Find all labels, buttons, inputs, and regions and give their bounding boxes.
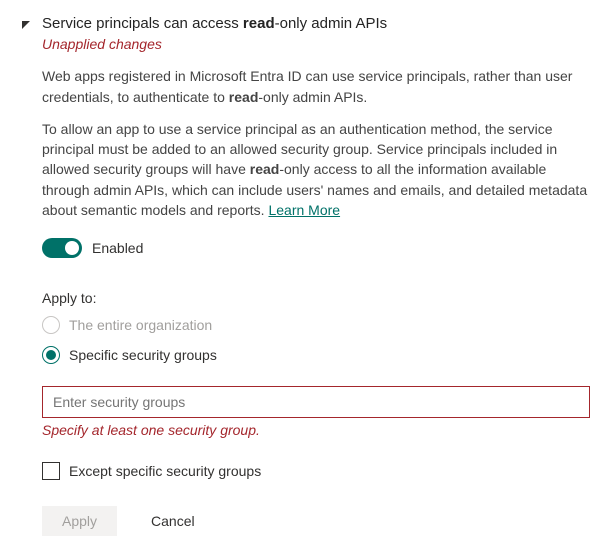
apply-button[interactable]: Apply [42, 506, 117, 536]
apply-to-radio-group: The entire organization Specific securit… [42, 316, 590, 364]
radio-circle-icon [42, 346, 60, 364]
desc-p1-post: -only admin APIs. [258, 89, 367, 105]
cancel-button[interactable]: Cancel [151, 513, 195, 529]
radio-entire-org-label: The entire organization [69, 317, 212, 333]
setting-title: Service principals can access read-only … [42, 14, 590, 34]
unapplied-changes-label: Unapplied changes [42, 36, 590, 52]
radio-circle-icon [42, 316, 60, 334]
security-groups-error: Specify at least one security group. [42, 422, 590, 438]
enabled-toggle-label: Enabled [92, 240, 143, 256]
radio-dot-icon [46, 350, 56, 360]
except-groups-checkbox[interactable]: Except specific security groups [42, 462, 590, 480]
title-text-post: -only admin APIs [275, 15, 388, 32]
learn-more-link[interactable]: Learn More [268, 202, 340, 218]
desc-p2-bold: read [250, 161, 280, 177]
collapse-icon[interactable] [20, 18, 32, 30]
radio-entire-org: The entire organization [42, 316, 590, 334]
checkbox-box-icon [42, 462, 60, 480]
toggle-thumb [65, 241, 79, 255]
apply-to-label: Apply to: [42, 290, 590, 306]
title-text-pre: Service principals can access [42, 15, 243, 32]
setting-description: Web apps registered in Microsoft Entra I… [42, 66, 590, 220]
except-groups-label: Except specific security groups [69, 463, 261, 479]
radio-specific-groups[interactable]: Specific security groups [42, 346, 590, 364]
radio-specific-groups-label: Specific security groups [69, 347, 217, 363]
desc-p1-bold: read [229, 89, 259, 105]
security-groups-input[interactable] [42, 386, 590, 418]
enabled-toggle[interactable] [42, 238, 82, 258]
title-text-bold: read [243, 15, 275, 32]
